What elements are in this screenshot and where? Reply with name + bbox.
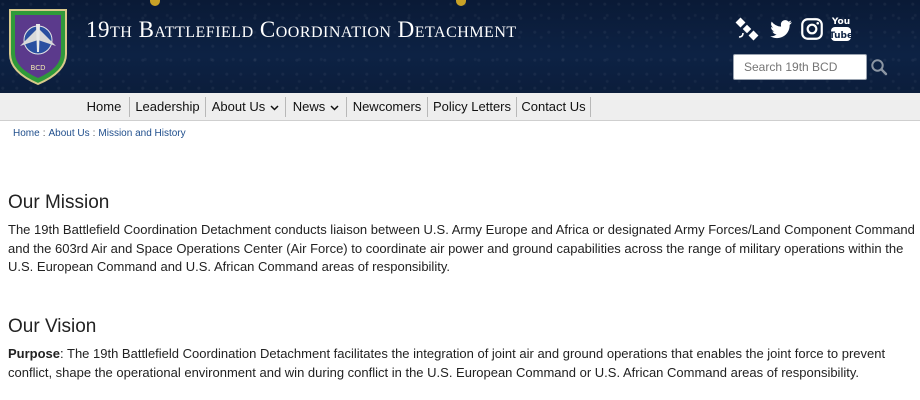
breadcrumb: Home: About Us: Mission and History (13, 128, 186, 139)
mission-text: The 19th Battlefield Coordination Detach… (8, 222, 915, 274)
unit-crest-icon: BCD (9, 9, 67, 86)
nav-item-policy-letters[interactable]: Policy Letters (429, 93, 515, 121)
nav-item-leadership[interactable]: Leadership (131, 93, 204, 121)
nav-item-home[interactable]: Home (80, 93, 128, 121)
nav-separator (516, 97, 517, 117)
vision-heading: Our Vision (8, 316, 97, 337)
nav-separator (590, 97, 591, 117)
mission-heading: Our Mission (8, 192, 110, 213)
purpose-text: : The 19th Battlefield Coordination Deta… (8, 346, 886, 380)
breadcrumb-mission-history[interactable]: Mission and History (98, 128, 185, 139)
nav-separator (427, 97, 428, 117)
purpose-label: Purpose (8, 346, 61, 361)
site-title[interactable]: 19th Battlefield Coordination Detachment (86, 17, 517, 43)
instagram-icon[interactable] (799, 16, 825, 42)
nav-item-contact-us[interactable]: Contact Us (518, 93, 589, 121)
nav-separator (205, 97, 206, 117)
search-input[interactable] (733, 54, 867, 80)
svg-text:Tube: Tube (830, 31, 852, 41)
breadcrumb-about-us[interactable]: About Us (48, 128, 89, 139)
svg-text:You: You (831, 17, 850, 27)
nav-separator (129, 97, 130, 117)
decor-pin (150, 0, 160, 6)
nav-item-news[interactable]: News (287, 93, 345, 121)
satellite-icon[interactable] (734, 16, 760, 42)
nav-item-newcomers[interactable]: Newcomers (348, 93, 426, 121)
chevron-down-icon (270, 105, 279, 111)
unit-logo[interactable]: BCD (6, 6, 70, 86)
twitter-icon[interactable] (768, 16, 794, 42)
vision-text: Purpose: The 19th Battlefield Coordinati… (8, 345, 920, 382)
search-icon[interactable] (870, 58, 888, 76)
nav-item-about-us[interactable]: About Us (207, 93, 284, 121)
svg-text:BCD: BCD (31, 64, 46, 72)
youtube-icon[interactable]: You Tube (829, 14, 856, 44)
breadcrumb-home[interactable]: Home (13, 128, 40, 139)
decor-pin (456, 0, 466, 6)
nav-separator (346, 97, 347, 117)
main-nav: Home Leadership About Us News Newcomers … (0, 93, 920, 121)
site-header: BCD 19th Battlefield Coordination Detach… (0, 0, 920, 93)
nav-separator (285, 97, 286, 117)
chevron-down-icon (330, 105, 339, 111)
